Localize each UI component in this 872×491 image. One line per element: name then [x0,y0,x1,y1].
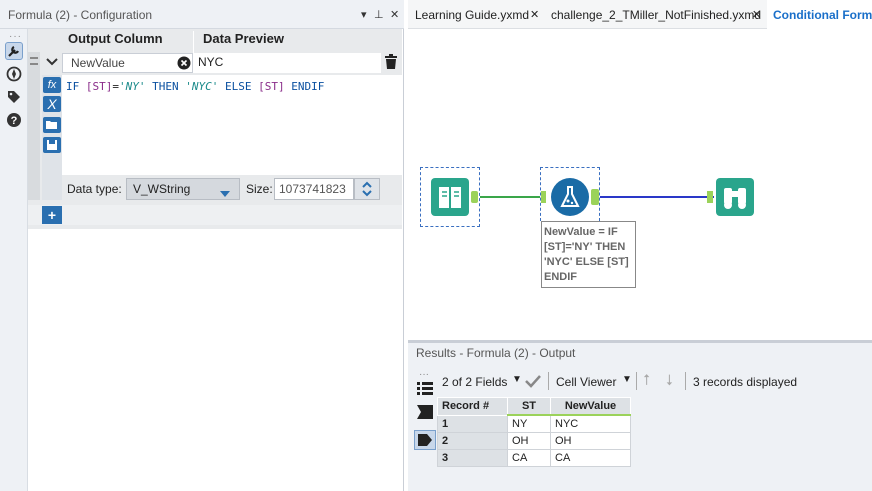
size-stepper[interactable] [354,178,380,200]
cell-newvalue[interactable]: NYC [550,414,631,433]
pin-icon[interactable]: ⊥ [374,8,384,21]
tab-conditional-formula[interactable]: Conditional Formu [773,8,872,22]
output-anchor[interactable] [471,191,478,203]
viewer-dropdown-icon[interactable]: ▼ [622,374,632,385]
results-table: Record # ST NewValue 1 NY NYC 2 OH OH 3 … [437,397,631,467]
cell-st[interactable]: NY [507,414,551,433]
expression-toolbar: fx X [42,75,62,200]
fx-icon[interactable]: fx [43,77,61,93]
cell-st[interactable]: CA [507,449,551,467]
tag-icon[interactable] [5,88,23,106]
toolbar-divider [685,372,686,390]
header-record[interactable]: Record # [437,397,508,416]
cell-st[interactable]: OH [507,432,551,450]
output-column-name-input[interactable]: NewValue [62,53,193,73]
header-newvalue[interactable]: NewValue [550,397,631,416]
up-arrow-icon[interactable]: ⭡ [643,372,650,389]
add-icon[interactable]: + [42,206,62,224]
globe-icon[interactable] [5,65,23,83]
variable-icon[interactable]: X [43,96,61,112]
data-preview-value: NYC [194,53,381,73]
close-tab-icon[interactable]: ✕ [530,8,539,21]
chevron-down-icon[interactable] [44,54,60,70]
output-column-header: Output Column [68,31,163,46]
input-anchor[interactable] [707,191,713,203]
down-arrow-icon[interactable]: ⭣ [666,372,673,389]
metadata-icon[interactable] [416,404,434,420]
svg-text:?: ? [11,115,18,127]
records-count: 3 records displayed [693,375,798,389]
expression-text[interactable]: IF [ST]='NY' THEN 'NYC' ELSE [ST] ENDIF [66,80,324,93]
size-input[interactable]: 1073741823 [274,178,354,200]
cell-viewer-selector[interactable]: Cell Viewer [556,375,616,389]
wrench-icon[interactable] [5,42,23,60]
close-tab-icon[interactable]: ✕ [752,8,761,21]
row-selector[interactable] [28,52,40,200]
size-label: Size: [246,182,273,196]
tool-annotation: NewValue = IF [ST]='NY' THEN 'NYC' ELSE … [541,221,636,288]
record-number: 2 [437,432,508,450]
help-icon[interactable]: ? [5,111,23,129]
results-title: Results - Formula (2) - Output [416,346,576,360]
data-view-icon[interactable] [414,430,436,450]
drag-handle-icon[interactable] [30,57,38,65]
tab-learning-guide[interactable]: Learning Guide.yxmd [415,8,529,22]
add-row-bar [28,205,402,225]
fields-dropdown-icon[interactable]: ▼ [512,374,522,385]
toolbar-grip: ··· [9,31,22,42]
input-data-icon[interactable] [431,178,469,216]
table-row[interactable]: 1 NY NYC [437,414,631,433]
input-anchor[interactable] [541,191,546,203]
cell-newvalue[interactable]: CA [550,449,631,467]
folder-icon[interactable] [43,117,61,133]
fields-selector[interactable]: 2 of 2 Fields [442,375,507,389]
browse-icon[interactable] [716,178,754,216]
record-number: 3 [437,449,508,467]
list-icon[interactable] [416,379,434,397]
close-panel-button[interactable]: ✕ [390,8,399,21]
formula-icon[interactable] [551,178,589,216]
config-title-bar: Formula (2) - Configuration [0,0,404,29]
data-type-value: V_WString [133,182,191,196]
data-type-label: Data type: [67,182,122,196]
toolbar-divider [636,372,637,390]
save-icon[interactable] [43,137,61,153]
panel-dropdown-button[interactable]: ▾ [361,8,367,21]
header-st[interactable]: ST [507,397,551,416]
toolbar-divider [548,372,549,390]
trash-icon[interactable] [384,54,398,70]
table-header-row: Record # ST NewValue [437,397,631,416]
cell-newvalue[interactable]: OH [550,432,631,450]
record-number: 1 [437,414,508,433]
tab-challenge-2[interactable]: challenge_2_TMiller_NotFinished.yxmd [551,8,761,22]
output-anchor[interactable] [591,189,599,205]
clear-icon[interactable] [177,56,191,70]
checkmark-icon[interactable] [524,374,542,388]
data-preview-header: Data Preview [203,31,284,46]
table-row[interactable]: 3 CA CA [437,449,631,467]
table-row[interactable]: 2 OH OH [437,432,631,450]
config-title: Formula (2) - Configuration [8,8,153,22]
select-chevron-icon[interactable] [220,186,230,197]
